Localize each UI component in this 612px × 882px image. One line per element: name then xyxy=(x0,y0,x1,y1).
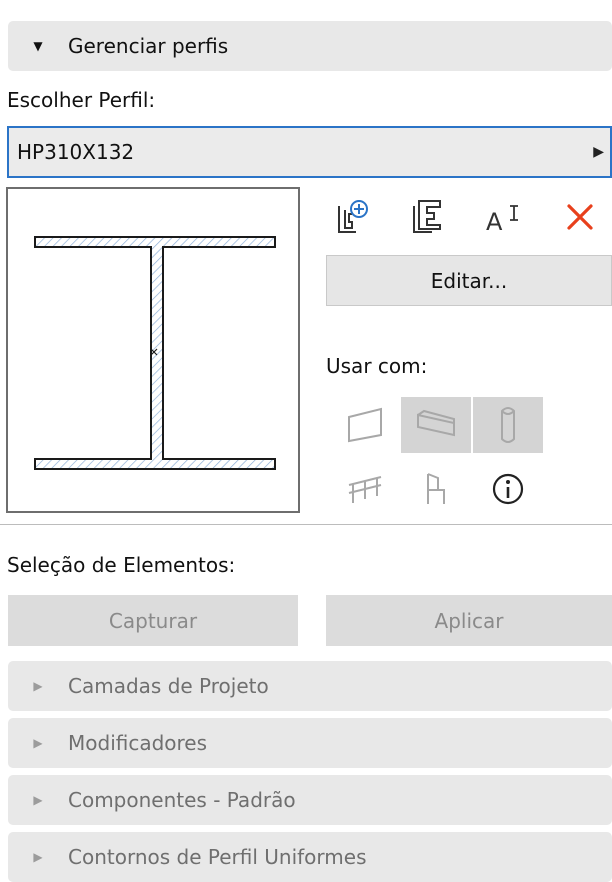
object-icon[interactable] xyxy=(401,461,471,517)
triangle-right-icon: ▶ xyxy=(593,144,604,160)
edit-button[interactable]: Editar... xyxy=(326,255,612,306)
i-beam-profile-drawing xyxy=(34,236,276,470)
triangle-right-icon: ▶ xyxy=(33,736,43,750)
section-project-layers[interactable]: ▶ Camadas de Projeto xyxy=(8,661,612,711)
triangle-right-icon: ▶ xyxy=(33,679,43,693)
apply-button[interactable]: Aplicar xyxy=(326,595,612,646)
profile-preview xyxy=(6,187,300,513)
info-icon[interactable] xyxy=(473,461,543,517)
new-profile-icon[interactable] xyxy=(330,195,374,239)
railing-icon[interactable] xyxy=(330,461,400,517)
svg-text:A: A xyxy=(486,208,503,236)
beam-icon[interactable] xyxy=(401,397,471,453)
section-title: Componentes - Padrão xyxy=(68,788,296,812)
element-selection-label: Seleção de Elementos: xyxy=(7,553,236,577)
section-title: Contornos de Perfil Uniformes xyxy=(68,845,367,869)
section-modifiers[interactable]: ▶ Modificadores xyxy=(8,718,612,768)
capture-button[interactable]: Capturar xyxy=(8,595,298,646)
section-title: Modificadores xyxy=(68,731,208,755)
manage-profiles-title: Gerenciar perfis xyxy=(68,34,229,58)
profile-select[interactable]: HP310X132 ▶ xyxy=(7,126,612,178)
delete-profile-icon[interactable] xyxy=(558,195,602,239)
profile-select-value: HP310X132 xyxy=(17,140,135,164)
section-divider xyxy=(0,524,612,525)
rename-profile-icon[interactable]: A xyxy=(482,195,526,239)
use-with-label: Usar com: xyxy=(326,354,428,378)
triangle-down-icon: ▼ xyxy=(33,39,43,53)
manage-profiles-header[interactable]: ▼ Gerenciar perfis xyxy=(8,21,612,71)
column-icon[interactable] xyxy=(473,397,543,453)
choose-profile-label: Escolher Perfil: xyxy=(7,88,156,112)
triangle-right-icon: ▶ xyxy=(33,850,43,864)
duplicate-profile-icon[interactable] xyxy=(406,195,450,239)
section-title: Camadas de Projeto xyxy=(68,674,269,698)
section-default-components[interactable]: ▶ Componentes - Padrão xyxy=(8,775,612,825)
wall-icon[interactable] xyxy=(330,397,400,453)
triangle-right-icon: ▶ xyxy=(33,793,43,807)
